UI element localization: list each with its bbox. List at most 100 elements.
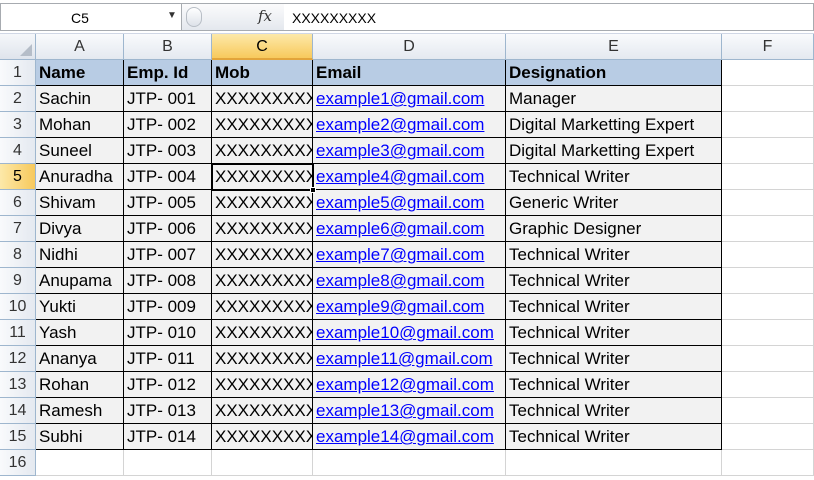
mob-cell[interactable]: XXXXXXXXX	[212, 86, 313, 112]
name-cell[interactable]: Nidhi	[36, 242, 124, 268]
row-header-13[interactable]: 13	[0, 372, 36, 398]
mob-cell[interactable]: XXXXXXXXX	[212, 112, 313, 138]
designation-cell[interactable]: Technical Writer	[506, 164, 722, 190]
chevron-down-icon[interactable]: ▼	[167, 10, 177, 21]
mob-cell[interactable]: XXXXXXXXX	[212, 372, 313, 398]
mob-cell[interactable]: XXXXXXXXX	[212, 216, 313, 242]
name-cell[interactable]: Mohan	[36, 112, 124, 138]
designation-cell[interactable]: Technical Writer	[506, 320, 722, 346]
mob-cell[interactable]: XXXXXXXXX	[212, 164, 313, 190]
grid-cell[interactable]	[506, 450, 722, 476]
name-cell[interactable]: Rohan	[36, 372, 124, 398]
resize-grip-icon[interactable]	[186, 7, 202, 27]
row-header-4[interactable]: 4	[0, 138, 36, 164]
name-cell[interactable]: Suneel	[36, 138, 124, 164]
email-cell[interactable]: example2@gmail.com	[313, 112, 506, 138]
grid-cell[interactable]	[722, 138, 814, 164]
grid-cell[interactable]	[722, 294, 814, 320]
email-cell[interactable]: example7@gmail.com	[313, 242, 506, 268]
mob-cell[interactable]: XXXXXXXXX	[212, 190, 313, 216]
designation-cell[interactable]: Generic Writer	[506, 190, 722, 216]
table-header-mob[interactable]: Mob	[212, 60, 313, 86]
grid-cell[interactable]	[722, 86, 814, 112]
emp-id-cell[interactable]: JTP- 004	[124, 164, 212, 190]
designation-cell[interactable]: Digital Marketting Expert	[506, 138, 722, 164]
grid-cell[interactable]	[722, 450, 814, 476]
column-header-d[interactable]: D	[313, 34, 506, 60]
grid-cell[interactable]	[722, 242, 814, 268]
mob-cell[interactable]: XXXXXXXXX	[212, 294, 313, 320]
mob-cell[interactable]: XXXXXXXXX	[212, 398, 313, 424]
email-cell[interactable]: example8@gmail.com	[313, 268, 506, 294]
emp-id-cell[interactable]: JTP- 003	[124, 138, 212, 164]
mob-cell[interactable]: XXXXXXXXX	[212, 346, 313, 372]
name-cell[interactable]: Anupama	[36, 268, 124, 294]
grid-cell[interactable]	[722, 346, 814, 372]
emp-id-cell[interactable]: JTP- 007	[124, 242, 212, 268]
emp-id-cell[interactable]: JTP- 005	[124, 190, 212, 216]
grid-cell[interactable]	[722, 60, 814, 86]
designation-cell[interactable]: Technical Writer	[506, 294, 722, 320]
row-header-7[interactable]: 7	[0, 216, 36, 242]
name-cell[interactable]: Shivam	[36, 190, 124, 216]
row-header-8[interactable]: 8	[0, 242, 36, 268]
designation-cell[interactable]: Technical Writer	[506, 398, 722, 424]
grid-cell[interactable]	[722, 424, 814, 450]
mob-cell[interactable]: XXXXXXXXX	[212, 242, 313, 268]
row-header-14[interactable]: 14	[0, 398, 36, 424]
emp-id-cell[interactable]: JTP- 009	[124, 294, 212, 320]
grid-cell[interactable]	[722, 268, 814, 294]
column-header-f[interactable]: F	[722, 34, 814, 60]
designation-cell[interactable]: Technical Writer	[506, 268, 722, 294]
grid-cell[interactable]	[36, 450, 124, 476]
emp-id-cell[interactable]: JTP- 010	[124, 320, 212, 346]
name-cell[interactable]: Divya	[36, 216, 124, 242]
mob-cell[interactable]: XXXXXXXXX	[212, 268, 313, 294]
row-header-3[interactable]: 3	[0, 112, 36, 138]
row-header-9[interactable]: 9	[0, 268, 36, 294]
column-header-b[interactable]: B	[124, 34, 212, 60]
emp-id-cell[interactable]: JTP- 001	[124, 86, 212, 112]
emp-id-cell[interactable]: JTP- 012	[124, 372, 212, 398]
email-cell[interactable]: example9@gmail.com	[313, 294, 506, 320]
mob-cell[interactable]: XXXXXXXXX	[212, 424, 313, 450]
select-all-button[interactable]	[0, 34, 36, 60]
designation-cell[interactable]: Technical Writer	[506, 424, 722, 450]
column-header-e[interactable]: E	[506, 34, 722, 60]
grid-cell[interactable]	[722, 320, 814, 346]
fill-handle[interactable]	[310, 187, 316, 193]
column-header-c[interactable]: C	[212, 34, 313, 60]
column-header-a[interactable]: A	[36, 34, 124, 60]
name-cell[interactable]: Ramesh	[36, 398, 124, 424]
emp-id-cell[interactable]: JTP- 006	[124, 216, 212, 242]
name-cell[interactable]: Sachin	[36, 86, 124, 112]
grid-cell[interactable]	[212, 450, 313, 476]
table-header-emp-id[interactable]: Emp. Id	[124, 60, 212, 86]
grid-cell[interactable]	[722, 112, 814, 138]
emp-id-cell[interactable]: JTP- 013	[124, 398, 212, 424]
emp-id-cell[interactable]: JTP- 002	[124, 112, 212, 138]
grid-cell[interactable]	[722, 216, 814, 242]
insert-function-icon[interactable]: fx	[258, 7, 272, 25]
email-cell[interactable]: example12@gmail.com	[313, 372, 506, 398]
email-cell[interactable]: example13@gmail.com	[313, 398, 506, 424]
name-cell[interactable]: Yash	[36, 320, 124, 346]
mob-cell[interactable]: XXXXXXXXX	[212, 138, 313, 164]
email-cell[interactable]: example10@gmail.com	[313, 320, 506, 346]
emp-id-cell[interactable]: JTP- 008	[124, 268, 212, 294]
row-header-10[interactable]: 10	[0, 294, 36, 320]
emp-id-cell[interactable]: JTP- 014	[124, 424, 212, 450]
email-cell[interactable]: example5@gmail.com	[313, 190, 506, 216]
grid-cell[interactable]	[722, 164, 814, 190]
emp-id-cell[interactable]: JTP- 011	[124, 346, 212, 372]
email-cell[interactable]: example3@gmail.com	[313, 138, 506, 164]
row-header-2[interactable]: 2	[0, 86, 36, 112]
mob-cell[interactable]: XXXXXXXXX	[212, 320, 313, 346]
table-header-email[interactable]: Email	[313, 60, 506, 86]
formula-input[interactable]: XXXXXXXXX	[284, 3, 814, 31]
grid-cell[interactable]	[722, 190, 814, 216]
designation-cell[interactable]: Technical Writer	[506, 372, 722, 398]
grid-cell[interactable]	[313, 450, 506, 476]
row-header-12[interactable]: 12	[0, 346, 36, 372]
email-cell[interactable]: example14@gmail.com	[313, 424, 506, 450]
